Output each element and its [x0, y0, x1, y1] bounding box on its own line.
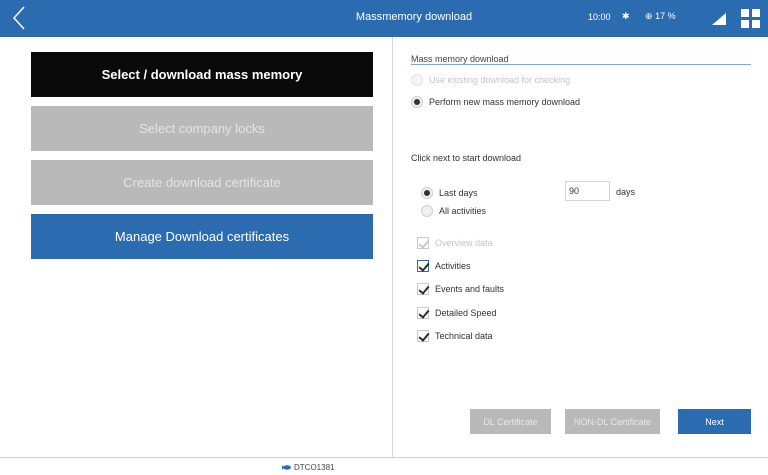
battery-level: 17 % — [655, 11, 676, 21]
footer: DTCO1381 — [282, 463, 334, 472]
perform-new-radio[interactable] — [411, 96, 423, 108]
technical-data-label: Technical data — [435, 331, 493, 341]
days-input[interactable] — [565, 181, 610, 201]
non-dl-certificate-button[interactable]: NON-DL Certificate — [565, 409, 660, 434]
detailed-speed-option[interactable]: Detailed Speed — [417, 307, 497, 319]
detailed-speed-checkbox[interactable] — [417, 307, 429, 319]
use-existing-label: Use existing download for checking — [429, 75, 571, 85]
select-download-mass-memory-button[interactable]: Select / download mass memory — [31, 52, 373, 97]
last-days-radio[interactable] — [421, 187, 433, 199]
perform-new-label: Perform new mass memory download — [429, 97, 581, 107]
device-code: DTCO1381 — [294, 463, 335, 472]
events-faults-option[interactable]: Events and faults — [417, 283, 504, 295]
panel-divider — [392, 37, 393, 457]
activities-checkbox[interactable] — [417, 260, 429, 272]
signal-icon — [712, 13, 726, 25]
select-company-locks-button[interactable]: Select company locks — [31, 106, 373, 151]
activities-label: Activities — [435, 261, 471, 271]
use-existing-radio[interactable] — [411, 74, 423, 86]
days-unit-label: days — [616, 187, 636, 197]
all-activities-label: All activities — [439, 206, 487, 216]
battery-icon: ⊕ — [645, 11, 653, 21]
all-activities-radio[interactable] — [421, 205, 433, 217]
overview-data-label: Overview data — [435, 238, 493, 248]
section-title: Mass memory download — [411, 54, 509, 64]
instruction-text: Click next to start download — [411, 153, 522, 163]
clock-time: 10:00 — [588, 12, 611, 22]
dl-certificate-button[interactable]: DL Certificate — [470, 409, 551, 434]
detailed-speed-label: Detailed Speed — [435, 308, 497, 318]
apps-grid-icon[interactable] — [741, 9, 761, 29]
events-faults-checkbox[interactable] — [417, 283, 429, 295]
last-days-label: Last days — [439, 188, 478, 198]
use-existing-option[interactable]: Use existing download for checking — [411, 74, 570, 86]
battery-status: ⊕ 17 % — [645, 11, 676, 22]
next-button[interactable]: Next — [678, 409, 751, 434]
create-download-certificate-button[interactable]: Create download certificate — [31, 160, 373, 205]
overview-data-checkbox[interactable] — [417, 237, 429, 249]
events-faults-label: Events and faults — [435, 284, 505, 294]
bluetooth-icon: ✱ — [622, 11, 630, 21]
top-bar: Massmemory download 10:00 ✱ ⊕ 17 % — [0, 0, 768, 37]
technical-data-option[interactable]: Technical data — [417, 330, 493, 342]
last-days-option[interactable]: Last days — [421, 187, 478, 199]
brand-logo-icon — [282, 465, 291, 470]
footer-divider — [0, 457, 768, 458]
overview-data-option[interactable]: Overview data — [417, 237, 493, 249]
perform-new-option[interactable]: Perform new mass memory download — [411, 96, 580, 108]
manage-download-certificates-button[interactable]: Manage Download certificates — [31, 214, 373, 259]
all-activities-option[interactable]: All activities — [421, 205, 486, 217]
activities-option[interactable]: Activities — [417, 260, 471, 272]
technical-data-checkbox[interactable] — [417, 330, 429, 342]
section-underline — [411, 64, 751, 65]
